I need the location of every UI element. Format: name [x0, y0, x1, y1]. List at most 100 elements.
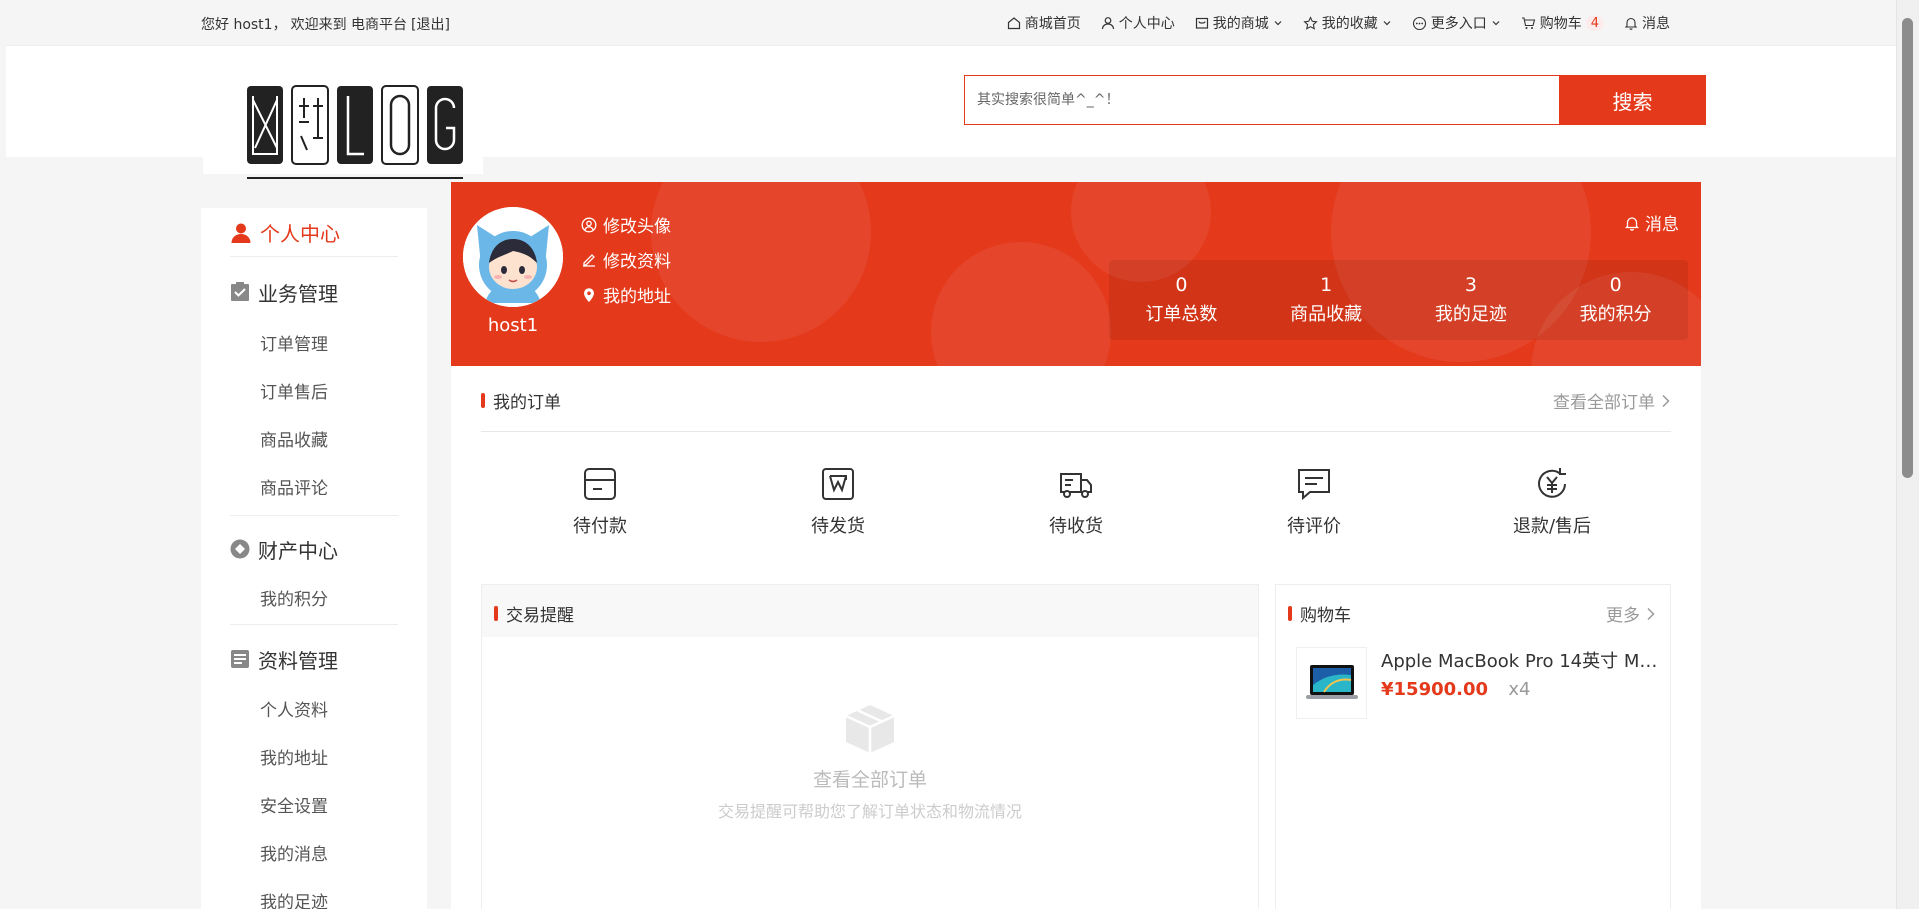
search-input[interactable] [964, 75, 1559, 125]
shop-icon [1195, 16, 1209, 30]
scrollbar-thumb[interactable] [1902, 18, 1913, 478]
sidebar-label: 资料管理 [258, 648, 338, 673]
order-status-refund[interactable]: 退款/售后 [1433, 466, 1671, 538]
sidebar-item-reviews[interactable]: 商品评论 [230, 465, 398, 513]
edit-icon [581, 252, 597, 268]
search-button[interactable]: 搜索 [1559, 75, 1706, 125]
order-status-label: 待评价 [1287, 516, 1341, 537]
empty-state-title[interactable]: 查看全部订单 [482, 765, 1258, 792]
my-address-link[interactable]: 我的地址 [581, 282, 671, 307]
view-all-orders-link[interactable]: 查看全部订单 [1553, 388, 1671, 413]
document-icon [230, 649, 250, 669]
stat-total-orders[interactable]: 0 订单总数 [1109, 260, 1254, 340]
nav-cart[interactable]: 购物车 4 [1521, 13, 1604, 33]
star-icon [1303, 15, 1318, 31]
banner-decoration [931, 242, 1111, 366]
nav-messages[interactable]: 消息 [1624, 13, 1670, 33]
banner-messages-link[interactable]: 消息 [1624, 210, 1679, 235]
nav-favorites[interactable]: 我的收藏 [1303, 13, 1392, 33]
nav-personal-center[interactable]: 个人中心 [1101, 13, 1175, 33]
search-box: 搜索 [964, 75, 1706, 125]
nav-label: 我的收藏 [1321, 16, 1378, 32]
sidebar-label: 财产中心 [258, 538, 338, 563]
order-status-pending-receipt[interactable]: 待收货 [957, 466, 1195, 538]
bell-icon [1624, 16, 1638, 30]
sidebar-item-points[interactable]: 我的积分 [230, 576, 398, 624]
sidebar-item-footprint[interactable]: 我的足迹 [230, 879, 398, 909]
order-status-label: 待发货 [811, 516, 865, 537]
order-status-label: 待收货 [1049, 516, 1103, 537]
package-icon [820, 466, 856, 502]
cart-panel-title-text: 购物车 [1300, 606, 1351, 626]
stat-points[interactable]: 0 我的积分 [1543, 260, 1688, 340]
order-status-row: 待付款 待发货 待收货 待评价 退款/售后 [481, 466, 1671, 538]
cart-item-price: ¥15900.00 [1381, 679, 1489, 700]
nav-my-shop[interactable]: 我的商城 [1195, 13, 1283, 33]
cart-item[interactable]: Apple MacBook Pro 14英寸 M1 Pro芯片 ¥15900.0… [1296, 647, 1666, 719]
stat-footprint[interactable]: 3 我的足迹 [1399, 260, 1544, 340]
user-circle-icon [581, 217, 597, 233]
profile-links: 修改头像 修改资料 我的地址 [581, 212, 671, 307]
sidebar-item-assets[interactable]: 财产中心 [230, 516, 398, 576]
order-status-label: 退款/售后 [1512, 516, 1592, 537]
cart-panel: 购物车 更多 Apple MacBook Pro 14英寸 M1 Pro芯片 ¥… [1275, 584, 1671, 909]
edit-profile-link[interactable]: 修改资料 [581, 247, 671, 272]
cart-count-badge: 4 [1585, 15, 1604, 31]
nav-more[interactable]: 更多入口 [1412, 13, 1501, 33]
sidebar-group-personal: 个人中心 [230, 208, 398, 257]
link-label: 修改资料 [603, 252, 671, 272]
sidebar-item-business[interactable]: 业务管理 [230, 257, 398, 321]
home-icon [1007, 16, 1021, 30]
trade-reminder-title-text: 交易提醒 [506, 606, 574, 626]
sidebar-item-after-sales[interactable]: 订单售后 [230, 369, 398, 417]
order-status-pending-review[interactable]: 待评价 [1195, 466, 1433, 538]
banner-decoration [651, 182, 871, 342]
link-label: 我的地址 [603, 287, 671, 307]
comment-icon [1296, 466, 1332, 502]
edit-avatar-link[interactable]: 修改头像 [581, 212, 671, 237]
stat-favorites[interactable]: 1 商品收藏 [1254, 260, 1399, 340]
page-scrollbar[interactable] [1896, 0, 1919, 909]
nav-label: 消息 [1642, 16, 1670, 32]
sidebar-item-profile-info[interactable]: 个人资料 [230, 687, 398, 735]
stat-label: 我的足迹 [1434, 304, 1507, 325]
stat-value: 1 [1320, 274, 1333, 296]
title-marker [481, 393, 485, 408]
sidebar-item-order-management[interactable]: 订单管理 [230, 321, 398, 369]
diamond-icon [230, 539, 250, 559]
stats-panel: 0 订单总数 1 商品收藏 3 我的足迹 0 我的积分 [1109, 260, 1688, 340]
cart-more-label: 更多 [1606, 606, 1640, 626]
sidebar-group-business: 业务管理 订单管理 订单售后 商品收藏 商品评论 [230, 257, 398, 516]
logout-link[interactable]: [退出] [411, 17, 450, 33]
chevron-right-icon [1661, 394, 1671, 408]
sidebar-label: 个人中心 [260, 222, 340, 246]
nav-label: 购物车 [1539, 16, 1582, 32]
order-status-pending-shipment[interactable]: 待发货 [719, 466, 957, 538]
stat-label: 我的积分 [1579, 304, 1652, 325]
cart-icon [1521, 16, 1536, 31]
cart-item-info: Apple MacBook Pro 14英寸 M1 Pro芯片 ¥15900.0… [1381, 647, 1666, 719]
link-label: 修改头像 [603, 217, 671, 237]
chevron-down-icon [1382, 18, 1392, 28]
sidebar-item-profile[interactable]: 资料管理 [230, 625, 398, 687]
nav-label: 商城首页 [1024, 16, 1081, 32]
site-logo[interactable] [203, 46, 483, 179]
nav-label: 更多入口 [1430, 16, 1487, 32]
location-pin-icon [581, 287, 597, 303]
avatar[interactable] [463, 207, 563, 307]
order-status-pending-payment[interactable]: 待付款 [481, 466, 719, 538]
trade-reminder-panel: 交易提醒 查看全部订单 交易提醒可帮助您了解订单状态和物流情况 [481, 584, 1259, 909]
trade-reminder-header: 交易提醒 [482, 585, 1258, 637]
nav-home[interactable]: 商城首页 [1007, 13, 1081, 33]
sidebar-item-favorites[interactable]: 商品收藏 [230, 417, 398, 465]
sidebar: 个人中心 业务管理 订单管理 订单售后 商品收藏 商品评论 财产中心 我的积分 … [201, 208, 427, 909]
greeting-welcome: 欢迎来到 电商平台 [290, 17, 408, 33]
cart-more-link[interactable]: 更多 [1606, 601, 1656, 626]
sidebar-item-personal-center[interactable]: 个人中心 [230, 208, 398, 257]
nav-label: 个人中心 [1118, 16, 1175, 32]
sidebar-item-messages[interactable]: 我的消息 [230, 831, 398, 879]
sidebar-item-address[interactable]: 我的地址 [230, 735, 398, 783]
sidebar-item-security[interactable]: 安全设置 [230, 783, 398, 831]
orders-header: 我的订单 查看全部订单 [481, 366, 1671, 432]
sidebar-group-assets: 财产中心 我的积分 [230, 516, 398, 625]
